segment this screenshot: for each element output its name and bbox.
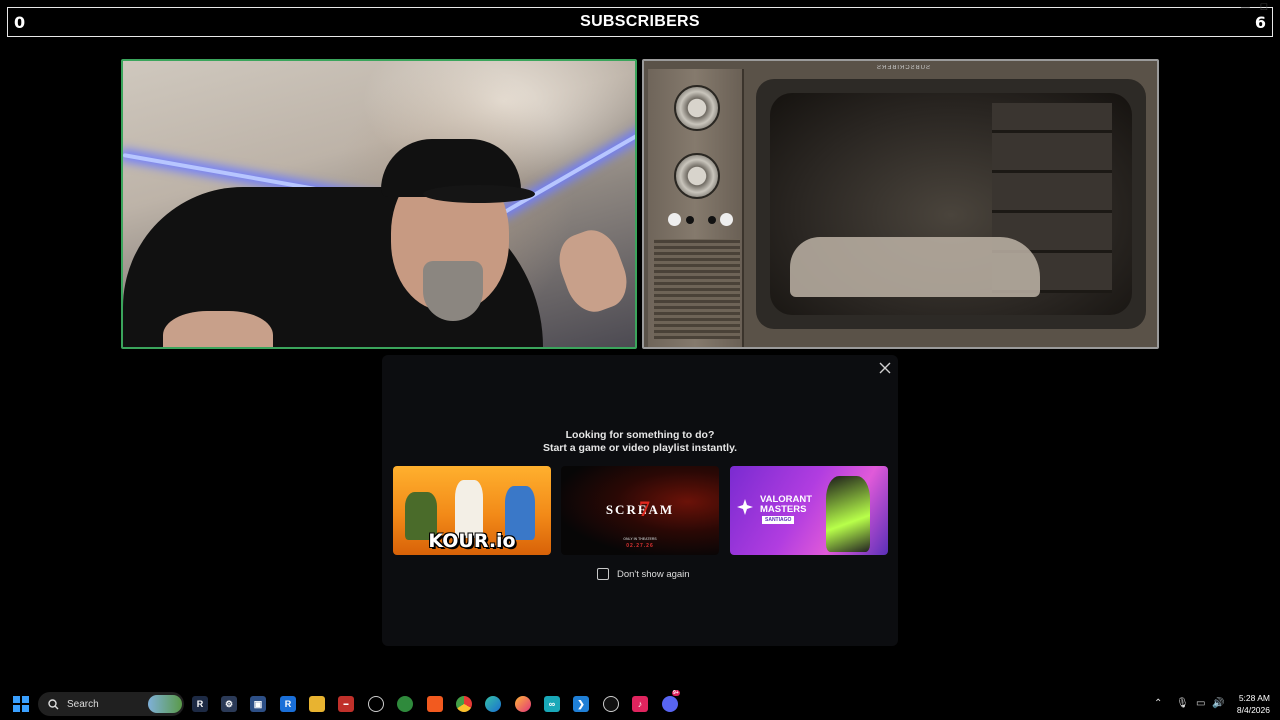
taskbar: Search R ⚙ ▣ R ▬ ∞ ❯ ♪ 9+ ⌃ 🎙 ▭ 🔊 5:28 A… [0,688,1280,720]
character-figure [826,476,870,552]
search-placeholder: Search [67,698,99,710]
discord-icon[interactable]: 9+ [662,690,680,712]
chrome-icon[interactable] [456,696,472,712]
tv-knob-top-icon [674,85,720,131]
tv-screen [770,93,1132,315]
edge-icon[interactable] [485,696,501,712]
card-tagline: ONLY IN THEATERS [623,537,657,541]
modal-subheading: Start a game or video playlist instantly… [542,442,738,454]
taskbar-search[interactable]: Search [38,692,184,716]
tv-screen-frame [756,79,1146,329]
maximize-icon[interactable]: ☐ [1260,2,1268,13]
tv-dot-icon [708,216,716,224]
card-subtitle: SANTIAGO [762,516,795,524]
microphone-icon[interactable]: 🎙 [1176,698,1189,709]
app-icon-7[interactable] [397,696,413,712]
app-icon-3[interactable]: ▣ [250,696,266,712]
checkbox-label: Don't show again [617,568,690,580]
tv-button-icon [720,213,733,226]
activity-card-kour[interactable]: KOUR.io [393,466,551,555]
windows-start-icon[interactable] [13,696,29,712]
card-title: VALORANT MASTERS [760,494,813,515]
tiktok-icon[interactable]: ♪ [632,696,648,712]
app-icon-5[interactable]: ▬ [338,696,354,712]
minimize-icon[interactable]: — [1241,2,1250,13]
dont-show-again-checkbox[interactable]: Don't show again [597,568,690,580]
card-date: 02.27.26 [626,543,654,549]
tv-button-icon [668,213,681,226]
app-icon-1[interactable]: R [192,696,208,712]
tv-dot-icon [686,216,694,224]
app-icon-8[interactable]: ∞ [544,696,560,712]
right-hand [551,223,635,319]
activity-card-valorant[interactable]: VALORANT MASTERS SANTIAGO [730,466,888,555]
checkbox-icon[interactable] [597,568,609,580]
modal-heading: Looking for something to do? [565,429,715,441]
subscriber-bar: 0 SUBSCRIBERS 6 [7,7,1273,37]
activity-card-scream[interactable]: SCREAM 7 ONLY IN THEATERS 02.27.26 [561,466,719,555]
card-title: KOUR.io [428,530,516,552]
tv-control-panel [648,69,744,347]
subscriber-title: SUBSCRIBERS [580,13,700,30]
brave-icon[interactable] [427,696,443,712]
chevron-up-icon[interactable]: ⌃ [1154,698,1162,709]
clock-time: 5:28 AM [1238,693,1270,703]
activity-modal: Looking for something to do? Start a gam… [382,355,898,646]
app-icon-9[interactable] [603,696,619,712]
volume-icon[interactable]: 🔊 [1212,698,1224,709]
person-beard [423,261,483,321]
subscriber-count-left: 0 [14,12,26,32]
cap-brim [423,185,535,203]
search-icon [48,698,59,709]
search-highlight-icon [148,695,182,713]
firefox-icon[interactable] [515,696,531,712]
clock-date: 8/4/2026 [1236,705,1270,715]
file-explorer-icon[interactable] [309,696,325,712]
tv-knob-bottom-icon [674,153,720,199]
vscode-icon[interactable]: ❯ [573,696,589,712]
subscriber-count-right: 6 [1254,12,1266,32]
card-number: 7 [639,496,650,521]
close-icon [879,362,891,374]
taskbar-clock[interactable]: 5:28 AM 8/4/2026 [1237,692,1270,716]
bed [790,237,1040,297]
close-button[interactable] [876,359,894,377]
left-hand [163,311,273,347]
discord-badge: 9+ [672,690,680,696]
camera-tile-right[interactable]: SUBSCRIBERS [642,59,1159,349]
tv-speaker-grille [654,239,740,339]
app-icon-4[interactable]: R [280,696,296,712]
window-controls: — ☐ [1241,2,1268,13]
valorant-masters-logo-icon [737,499,753,515]
app-icon-2[interactable]: ⚙ [221,696,237,712]
tv-label: SUBSCRIBERS [876,65,931,71]
camera-tile-left[interactable] [121,59,637,349]
app-icon-6[interactable] [368,696,384,712]
network-icon[interactable]: ▭ [1196,698,1205,709]
